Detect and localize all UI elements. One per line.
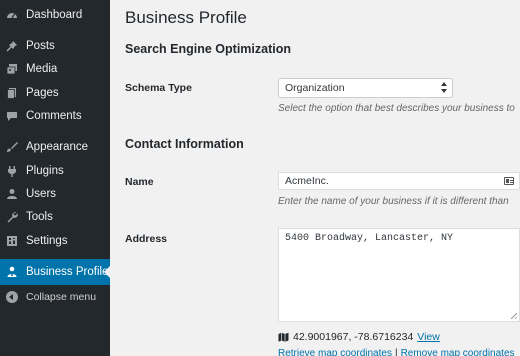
sidebar-item-label: Pages [26, 87, 59, 99]
sidebar-item-business-profile[interactable]: Business Profile [0, 259, 110, 285]
view-map-link[interactable]: View [417, 331, 440, 343]
sidebar-item-posts[interactable]: Posts [0, 35, 110, 57]
sidebar-item-label: Dashboard [26, 9, 83, 21]
sidebar-item-label: Business Profile [26, 266, 109, 278]
coordinates-text: 42.9001967, -78.6716234 [293, 331, 414, 343]
address-value: 5400 Broadway, Lancaster, NY [285, 233, 454, 244]
page-title: Business Profile [125, 8, 247, 27]
select-arrows-icon [441, 82, 448, 94]
main-content: Business Profile Search Engine Optimizat… [110, 0, 520, 356]
link-separator: | [394, 348, 398, 356]
address-label: Address [125, 233, 168, 245]
sidebar-item-appearance[interactable]: Appearance [0, 136, 110, 158]
brush-icon [7, 142, 18, 152]
schema-type-value: Organization [285, 82, 345, 94]
sidebar-item-label: Settings [26, 235, 68, 247]
map-icon [278, 332, 289, 342]
collapse-menu-button[interactable]: Collapse menu [0, 286, 110, 308]
sidebar-item-label: Tools [26, 211, 53, 223]
retrieve-map-coordinates-link[interactable]: Retrieve map coordinates [278, 348, 392, 356]
map-coordinates: 42.9001967, -78.6716234 View [278, 331, 440, 343]
sidebar-item-pages[interactable]: Pages [0, 82, 110, 104]
name-label: Name [125, 176, 154, 188]
sidebar-item-comments[interactable]: Comments [0, 105, 110, 127]
sidebar-item-dashboard[interactable]: Dashboard [0, 4, 110, 26]
user-icon [7, 189, 17, 199]
dashboard-icon [7, 13, 17, 19]
sidebar-item-label: Appearance [26, 141, 89, 153]
name-description: Enter the name of your business if it is… [278, 196, 509, 207]
sidebar-item-settings[interactable]: Settings [0, 230, 110, 252]
schema-type-label: Schema Type [125, 82, 192, 94]
schema-type-description: Select the option that best describes yo… [278, 103, 515, 114]
collapse-menu-label: Collapse menu [26, 291, 97, 303]
resize-grip-icon[interactable] [511, 313, 517, 319]
map-coordinate-links: Retrieve map coordinates | Remove map coor… [278, 348, 515, 356]
name-input[interactable]: AcmeInc. [278, 172, 520, 190]
seo-section-title: Search Engine Optimization [125, 42, 291, 56]
sidebar-item-plugins[interactable]: Plugins [0, 160, 110, 182]
wrench-icon [7, 212, 18, 223]
contact-section-title: Contact Information [125, 137, 244, 151]
plug-icon [8, 166, 16, 177]
admin-sidebar: Dashboard Posts Media Pages Comments App… [0, 0, 110, 356]
media-icon [6, 64, 17, 75]
sidebar-item-users[interactable]: Users [0, 183, 110, 205]
comment-icon [7, 112, 17, 121]
sidebar-item-label: Posts [26, 40, 55, 52]
sidebar-item-label: Plugins [26, 165, 64, 177]
business-profile-icon [7, 266, 17, 277]
pages-icon [7, 88, 16, 99]
remove-map-coordinates-link[interactable]: Remove map coordinates [401, 348, 515, 356]
contact-card-icon [504, 177, 514, 185]
sidebar-item-label: Users [26, 188, 57, 200]
settings-icon [7, 236, 17, 246]
sidebar-item-tools[interactable]: Tools [0, 206, 110, 228]
sidebar-item-label: Comments [26, 110, 82, 122]
schema-type-select[interactable]: Organization [278, 78, 453, 98]
address-textarea[interactable]: 5400 Broadway, Lancaster, NY [278, 228, 520, 322]
sidebar-item-media[interactable]: Media [0, 58, 110, 80]
pin-icon [6, 41, 17, 52]
collapse-icon [6, 291, 18, 303]
sidebar-item-label: Media [26, 63, 58, 75]
name-input-value: AcmeInc. [285, 175, 329, 187]
